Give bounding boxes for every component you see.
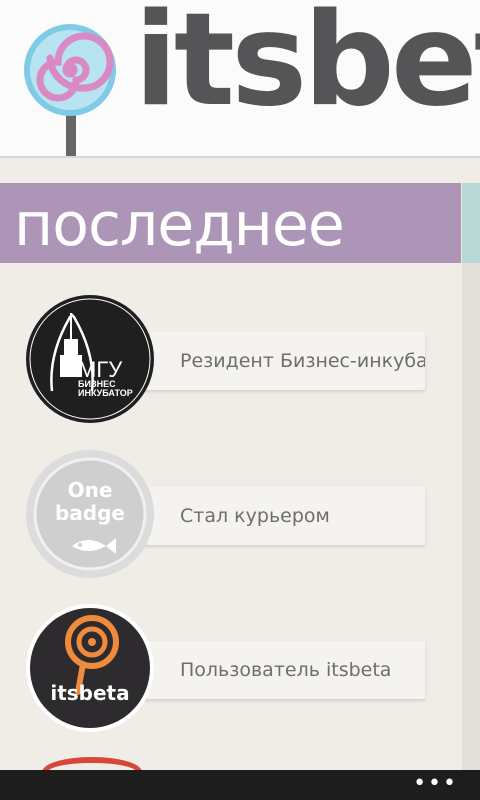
brand-name: itsbeta bbox=[134, 0, 480, 135]
list-item[interactable]: Стал курьером One badge bbox=[0, 450, 461, 580]
badge-card[interactable]: Пользователь itsbeta bbox=[120, 641, 425, 699]
app-bar: ••• bbox=[0, 770, 480, 800]
badge-label: Резидент Бизнес-инкубатора МГУ bbox=[180, 350, 425, 372]
section-title: последнее bbox=[14, 190, 345, 260]
one-text: One bbox=[68, 478, 113, 502]
badge-card[interactable]: Стал курьером bbox=[120, 487, 425, 545]
badge-label: Пользователь itsbeta bbox=[180, 659, 392, 681]
mgu-incubator-badge-icon[interactable]: МГУ БИЗНЕС ИНКУБАТОР bbox=[26, 295, 154, 423]
itsbeta-text: itsbeta bbox=[50, 681, 129, 705]
list-item[interactable]: Пользователь itsbeta itsbeta bbox=[0, 604, 461, 734]
badge-text: badge bbox=[55, 501, 125, 525]
next-panel-strip[interactable] bbox=[462, 183, 480, 770]
badge-label: Стал курьером bbox=[180, 505, 330, 527]
one-badge-icon[interactable]: One badge bbox=[26, 450, 154, 578]
mgu-sub2: ИНКУБАТОР bbox=[78, 388, 133, 398]
lollipop-icon bbox=[22, 22, 118, 118]
list-item[interactable]: Резидент Бизнес-инкубатора МГУ МГУ БИЗНЕ… bbox=[0, 295, 461, 425]
badge-card[interactable]: Резидент Бизнес-инкубатора МГУ bbox=[120, 332, 425, 390]
next-panel-header[interactable] bbox=[462, 183, 480, 263]
app-header: itsbeta bbox=[0, 0, 480, 158]
more-options-button[interactable]: ••• bbox=[413, 772, 458, 796]
itsbeta-user-badge-icon[interactable]: itsbeta bbox=[26, 604, 154, 732]
